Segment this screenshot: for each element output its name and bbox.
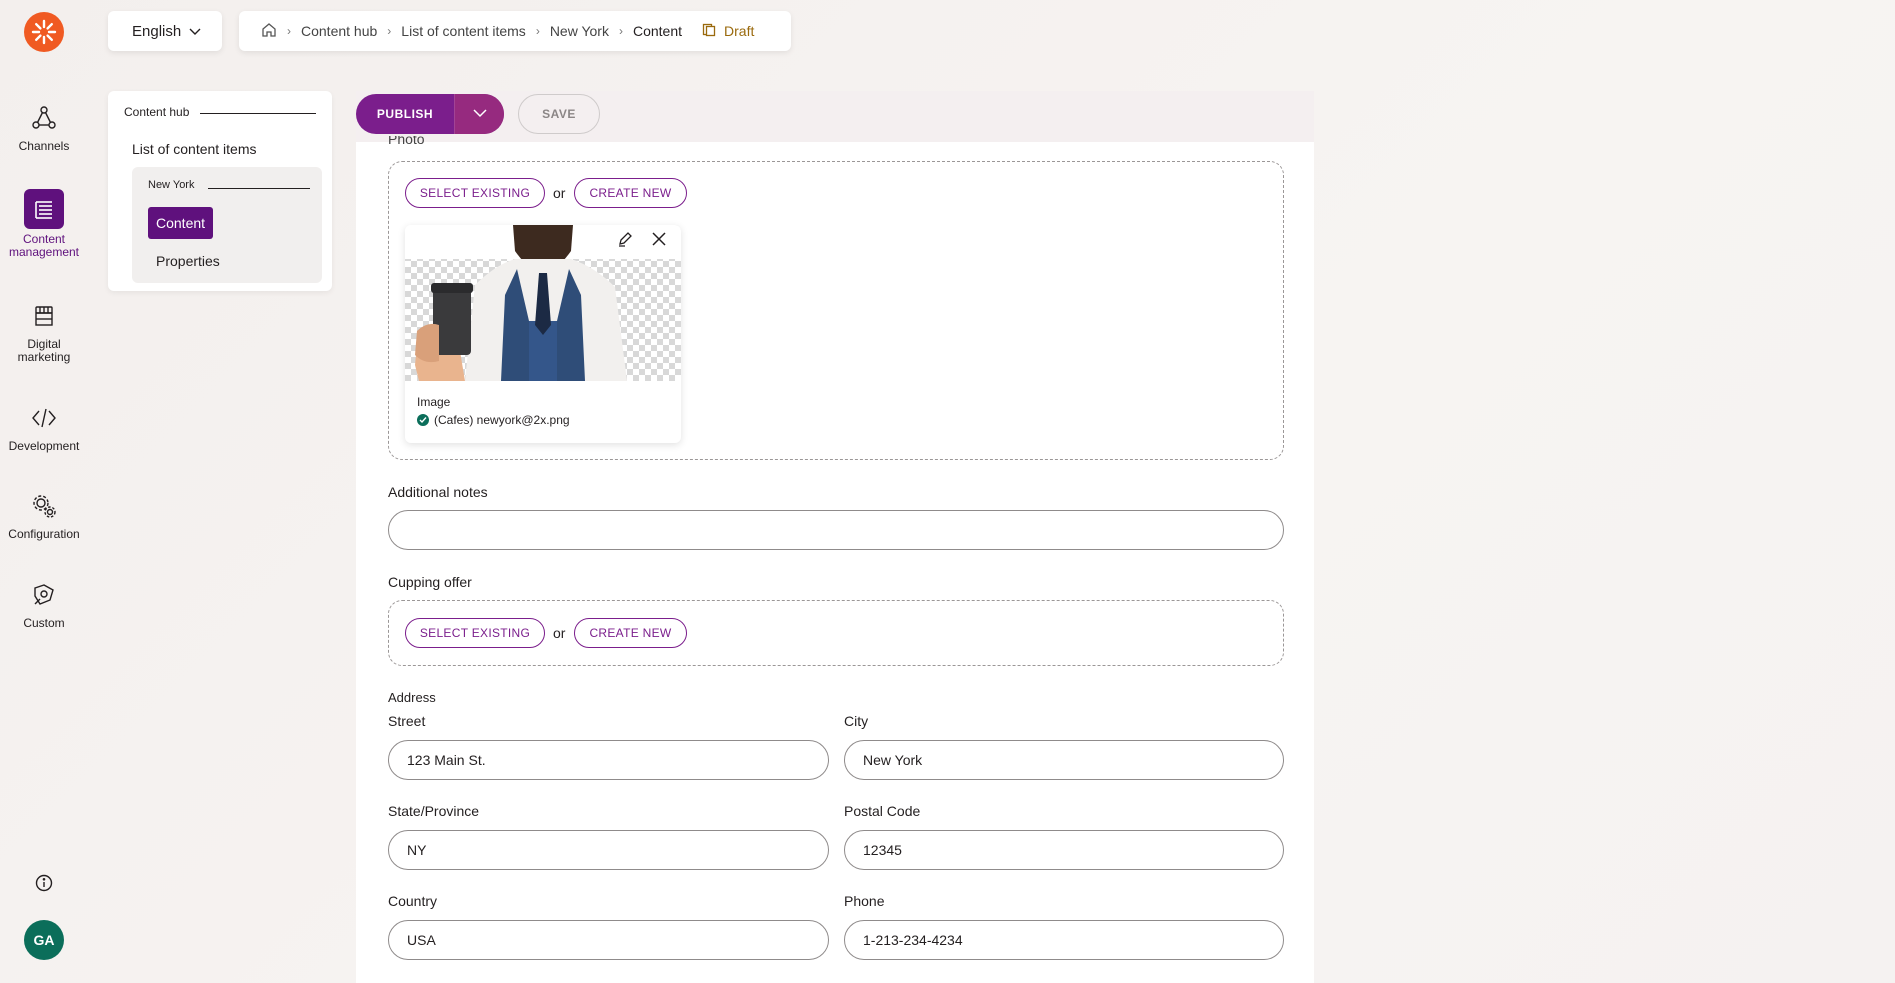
content-tree-panel: Content hub List of content items New Yo… (108, 91, 332, 291)
storefront-icon (26, 298, 62, 334)
nav-digital-marketing-label: Digital marketing (17, 337, 71, 364)
nav-content-management-label: Content management (8, 232, 80, 259)
custom-icon (26, 577, 62, 613)
breadcrumb: › Content hub › List of content items › … (239, 11, 791, 51)
nav-content-management[interactable]: Content management (0, 189, 88, 259)
asset-card: Image (Cafes) newyork@2x.png (405, 225, 681, 443)
asset-file-name: (Cafes) newyork@2x.png (434, 413, 570, 427)
tab-content[interactable]: Content (148, 207, 214, 239)
tree-item-group: New York Content Properties (132, 167, 322, 283)
breadcrumb-list-of-content-items[interactable]: List of content items (401, 23, 526, 39)
chevron-down-icon (189, 23, 201, 40)
country-label: Country (388, 893, 438, 909)
save-button[interactable]: SAVE (518, 94, 600, 134)
postal-code-input[interactable]: 12345 (844, 830, 1284, 870)
breadcrumb-separator: › (535, 24, 540, 38)
photo-select-existing-button[interactable]: SELECT EXISTING (405, 178, 545, 208)
additional-notes-label: Additional notes (388, 484, 488, 500)
country-input[interactable]: USA (388, 920, 829, 960)
draft-status-badge: Draft (702, 23, 754, 40)
kentico-logo-icon[interactable] (24, 12, 64, 52)
cupping-create-new-button[interactable]: CREATE NEW (574, 618, 687, 648)
divider (208, 188, 310, 189)
cupping-offer-label: Cupping offer (388, 574, 472, 590)
nav-configuration[interactable]: Configuration (0, 488, 88, 541)
cupping-offer-dropzone: SELECT EXISTING or CREATE NEW (388, 600, 1284, 666)
edit-icon[interactable] (617, 231, 633, 252)
phone-input[interactable]: 1-213-234-4234 (844, 920, 1284, 960)
home-icon[interactable] (261, 22, 277, 41)
gears-icon (26, 488, 62, 524)
asset-file: (Cafes) newyork@2x.png (417, 413, 570, 427)
close-icon[interactable] (651, 231, 667, 252)
nav-configuration-label: Configuration (8, 527, 80, 541)
channels-icon (26, 100, 62, 136)
city-input[interactable]: New York (844, 740, 1284, 780)
cupping-or-label: or (553, 625, 566, 641)
main-editor-panel: PUBLISH SAVE Photo SELECT EXISTING or CR… (356, 91, 1314, 983)
state-input[interactable]: NY (388, 830, 829, 870)
breadcrumb-separator: › (387, 24, 392, 38)
info-icon[interactable] (34, 873, 54, 893)
nav-channels[interactable]: Channels (0, 100, 88, 153)
code-icon (26, 400, 62, 436)
draft-status-label: Draft (724, 23, 755, 39)
left-rail: Channels Content management Digital mark… (0, 0, 88, 983)
breadcrumb-content-hub[interactable]: Content hub (301, 23, 377, 39)
chevron-down-icon (472, 105, 487, 123)
published-check-icon (417, 414, 429, 426)
additional-notes-input[interactable] (388, 510, 1284, 550)
nav-channels-label: Channels (18, 139, 70, 153)
postal-code-label: Postal Code (844, 803, 921, 819)
street-label: Street (388, 713, 426, 729)
publish-split-button: PUBLISH (356, 94, 504, 134)
content-management-icon (24, 189, 64, 229)
breadcrumb-new-york[interactable]: New York (550, 23, 609, 39)
divider (200, 113, 316, 114)
asset-card-tools (617, 231, 667, 252)
phone-label: Phone (844, 893, 885, 909)
nav-custom-label: Custom (23, 616, 65, 630)
breadcrumb-separator: › (618, 24, 623, 38)
tree-list-of-content-items[interactable]: List of content items (132, 141, 257, 157)
breadcrumb-current: Content (632, 23, 683, 39)
avatar[interactable]: GA (24, 920, 64, 960)
nav-custom[interactable]: Custom (0, 577, 88, 630)
nav-digital-marketing[interactable]: Digital marketing (0, 298, 88, 364)
asset-type-label: Image (417, 395, 451, 409)
tree-content-hub[interactable]: Content hub (124, 105, 189, 119)
photo-or-label: or (553, 185, 566, 201)
breadcrumb-separator: › (287, 24, 291, 38)
editor-toolbar: PUBLISH SAVE (356, 91, 1314, 142)
draft-icon (702, 23, 716, 40)
nav-development-label: Development (8, 439, 80, 453)
street-input[interactable]: 123 Main St. (388, 740, 829, 780)
tree-item-new-york[interactable]: New York (148, 179, 194, 191)
photo-field-label: Photo (388, 136, 425, 146)
tab-properties[interactable]: Properties (156, 253, 220, 269)
photo-dropzone: SELECT EXISTING or CREATE NEW Image (Caf… (388, 161, 1284, 460)
state-label: State/Province (388, 803, 480, 819)
language-label: English (132, 22, 182, 40)
address-section-title: Address (388, 690, 436, 705)
publish-options-button[interactable] (454, 94, 504, 134)
photo-create-new-button[interactable]: CREATE NEW (574, 178, 687, 208)
nav-development[interactable]: Development (0, 400, 88, 453)
city-label: City (844, 713, 869, 729)
publish-button[interactable]: PUBLISH (356, 94, 454, 134)
language-selector[interactable]: English (108, 11, 222, 51)
cupping-select-existing-button[interactable]: SELECT EXISTING (405, 618, 545, 648)
